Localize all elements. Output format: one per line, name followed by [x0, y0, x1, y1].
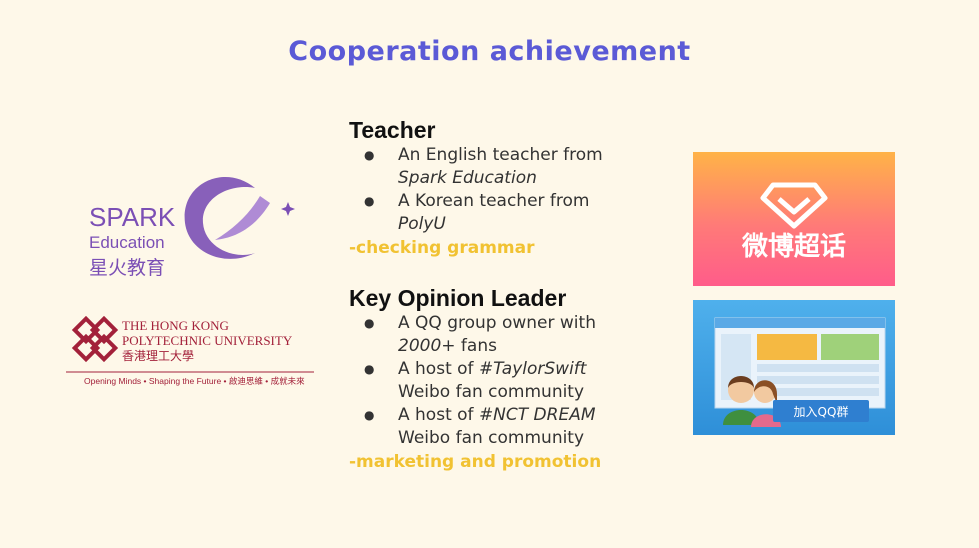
- qq-join-button-label: 加入QQ群: [794, 405, 849, 419]
- weibo-text: 微博超话: [741, 231, 846, 262]
- qq-group-image: 加入QQ群: [693, 300, 895, 435]
- polyu-line2: POLYTECHNIC UNIVERSITY: [122, 333, 293, 348]
- slide: Cooperation achievement SPARK Education …: [0, 0, 979, 548]
- spark-sub: Education: [89, 233, 165, 252]
- list-item: ● A QQ group owner with 2000+ fans: [364, 313, 596, 356]
- spark-education-logo: SPARK Education 星火教育: [85, 168, 300, 283]
- polyu-cn: 香港理工大學: [122, 349, 194, 363]
- teacher-heading: Teacher: [349, 117, 436, 143]
- polyu-motto: Opening Minds • Shaping the Future • 啟迪思…: [84, 376, 305, 386]
- kol-heading: Key Opinion Leader: [349, 285, 567, 311]
- content-column: Teacher ● An English teacher from Spark E…: [349, 116, 669, 474]
- slide-title: Cooperation achievement: [288, 36, 691, 67]
- list-item: ● An English teacher from Spark Education: [364, 145, 603, 188]
- teacher-note: -checking grammar: [349, 238, 535, 258]
- spark-word: SPARK: [89, 202, 176, 232]
- weibo-supertopic-image: 微博超话: [693, 152, 895, 286]
- teacher-list: ● An English teacher from Spark Education…: [349, 144, 669, 236]
- kol-list: ● A QQ group owner with 2000+ fans ● A hos…: [349, 312, 669, 450]
- polyu-logo: THE HONG KONG POLYTECHNIC UNIVERSITY 香港理…: [66, 315, 316, 392]
- list-item: ● A Korean teacher from PolyU: [364, 191, 590, 234]
- list-item: ● A host of #NCT DREAM Weibo fan communit…: [364, 405, 596, 448]
- polyu-line1: THE HONG KONG: [122, 318, 229, 333]
- spark-cn: 星火教育: [89, 257, 165, 279]
- kol-note: -marketing and promotion: [349, 452, 602, 472]
- list-item: ● A host of #TaylorSwift Weibo fan commun…: [364, 359, 587, 402]
